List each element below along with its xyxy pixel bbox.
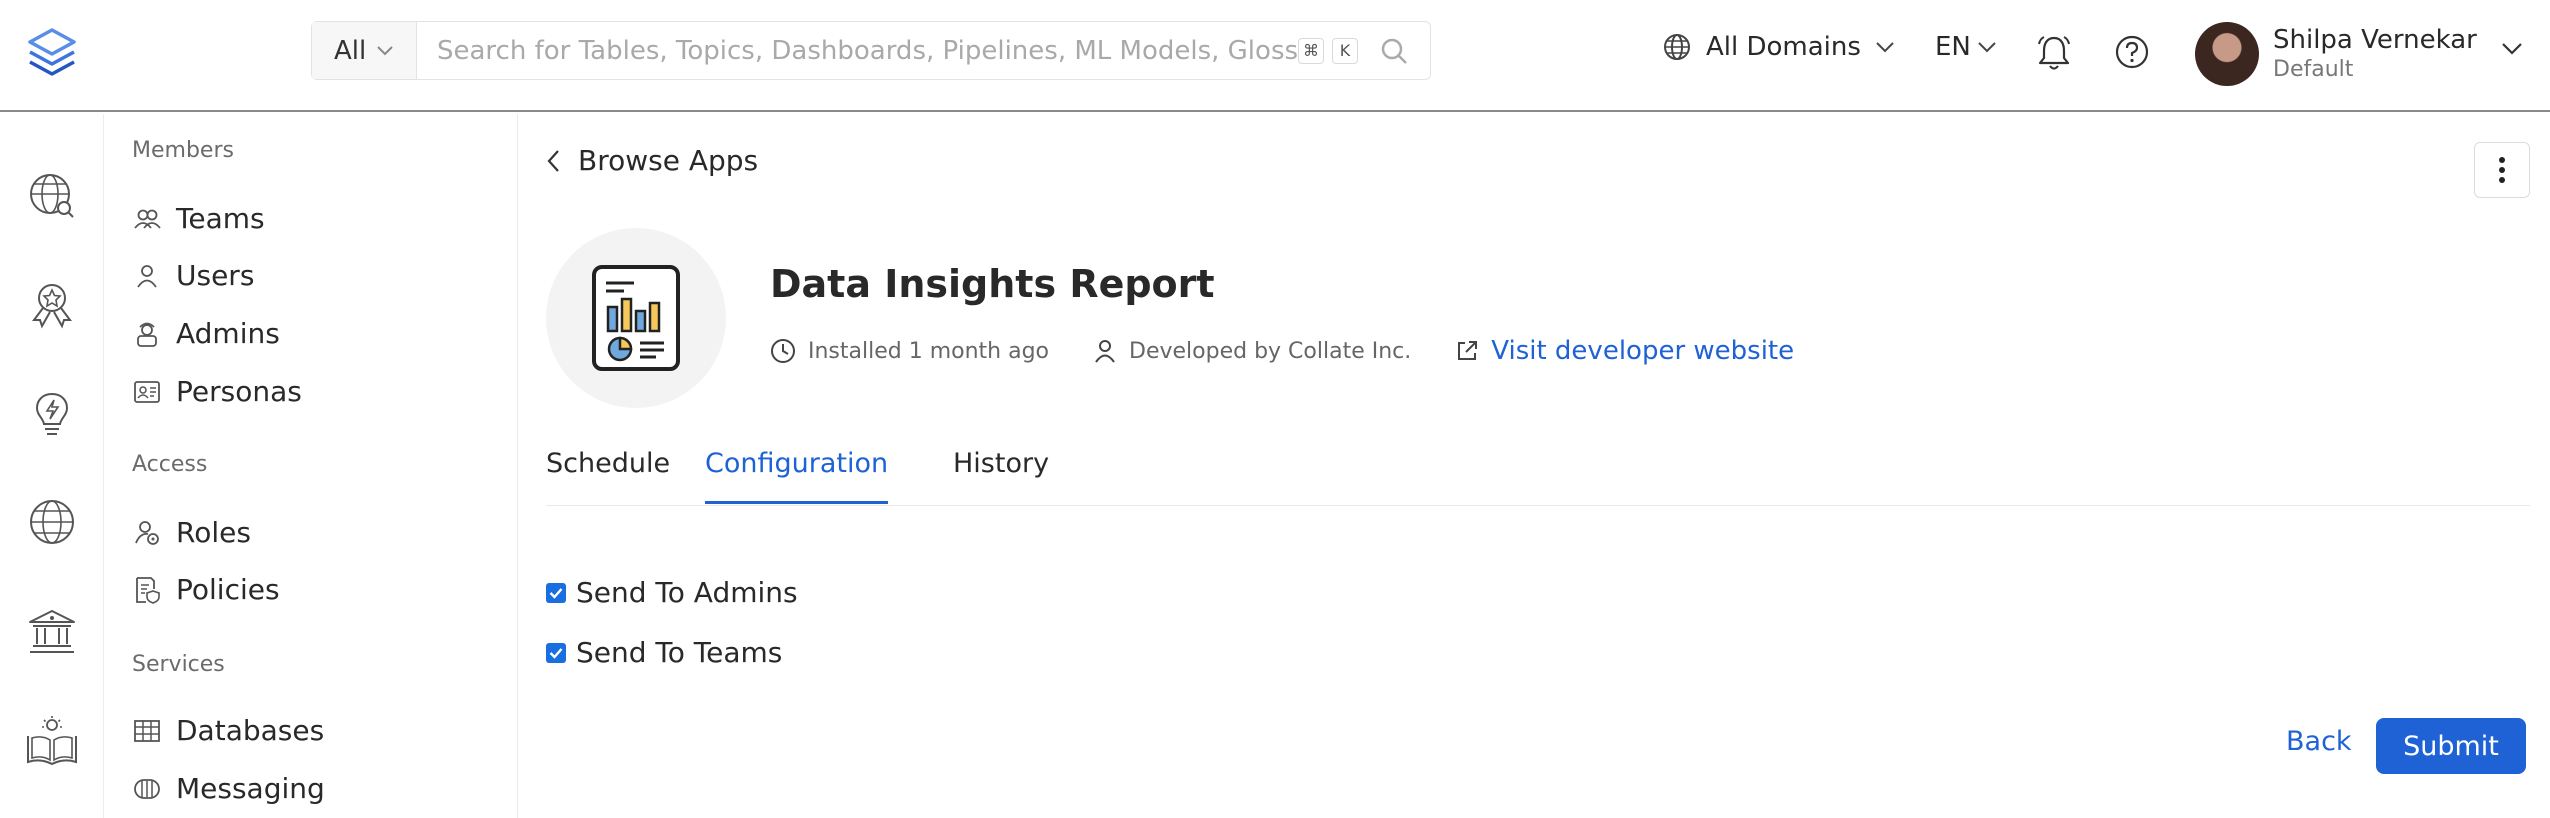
user-icon (137, 264, 157, 288)
app-meta: Installed 1 month ago Developed by Colla… (770, 336, 1838, 366)
subnav-label: Messaging (176, 772, 325, 805)
chevron-down-icon (377, 45, 393, 55)
app-icon (546, 228, 726, 408)
kbd-k-hint: K (1332, 37, 1358, 64)
more-options-button[interactable] (2474, 142, 2530, 198)
domains-dropdown[interactable]: All Domains (1662, 32, 1895, 62)
subnav-item-roles[interactable]: Roles (132, 516, 251, 549)
subnav-item-users[interactable]: Users (132, 259, 254, 292)
search-icon[interactable] (1380, 37, 1408, 65)
left-icon-rail (0, 114, 104, 818)
developer-info: Developed by Collate Inc. (1093, 338, 1411, 364)
globe-icon (1664, 34, 1690, 60)
subnav-item-policies[interactable]: Policies (132, 573, 280, 606)
developer-text: Developed by Collate Inc. (1129, 338, 1412, 364)
subnav-label: Users (176, 259, 255, 292)
settings-icon[interactable] (22, 712, 82, 772)
top-navbar: All Search for Tables, Topics, Dashboard… (0, 0, 2550, 112)
roles-icon (135, 520, 159, 545)
subnav-item-teams[interactable]: Teams (132, 202, 265, 235)
browse-apps-label: Browse Apps (578, 144, 759, 177)
report-document-icon (592, 265, 680, 371)
global-search: All Search for Tables, Topics, Dashboard… (311, 21, 1431, 80)
app-logo-icon[interactable] (22, 24, 82, 84)
user-role: Default (2273, 57, 2354, 82)
send-to-admins-option[interactable]: Send To Admins (546, 576, 798, 609)
settings-subnav: Members Teams Users Admins Personas Acce… (104, 114, 518, 818)
checkmark-icon (549, 647, 563, 659)
quality-icon[interactable] (22, 274, 82, 334)
language-label: EN (1935, 32, 1971, 62)
chevron-down-icon (2502, 43, 2522, 55)
group-access-heading: Access (132, 452, 208, 477)
subnav-label: Databases (176, 714, 325, 747)
group-members-heading: Members (132, 138, 234, 163)
clock-icon (771, 339, 795, 363)
table-icon (134, 719, 160, 742)
admin-icon (137, 322, 157, 347)
send-to-teams-label: Send To Teams (576, 636, 783, 669)
user-menu[interactable]: Shilpa Vernekar Default (2195, 22, 2523, 86)
domains-icon[interactable] (22, 492, 82, 552)
subnav-item-admins[interactable]: Admins (132, 317, 280, 350)
notifications-bell-icon[interactable] (2036, 34, 2072, 76)
explore-icon[interactable] (22, 166, 82, 226)
help-icon[interactable] (2114, 34, 2150, 74)
messaging-icon (134, 778, 160, 799)
group-services-heading: Services (132, 652, 225, 677)
developer-website-label: Visit developer website (1491, 336, 1795, 366)
subnav-label: Personas (176, 375, 302, 408)
chevron-down-icon (1978, 42, 1996, 53)
governance-icon[interactable] (22, 602, 82, 662)
subnav-item-messaging[interactable]: Messaging (132, 772, 325, 805)
subnav-label: Admins (176, 317, 280, 350)
checkmark-icon (549, 587, 563, 599)
browse-apps-link[interactable]: Browse Apps (546, 144, 758, 177)
insights-icon[interactable] (22, 384, 82, 444)
tab-schedule[interactable]: Schedule (546, 448, 670, 501)
policy-icon (136, 576, 160, 604)
language-dropdown[interactable]: EN (1935, 32, 1997, 62)
developer-website-link[interactable]: Visit developer website (1455, 336, 1794, 366)
subnav-item-databases[interactable]: Databases (132, 714, 324, 747)
domains-label: All Domains (1706, 32, 1861, 62)
app-title: Data Insights Report (770, 262, 1215, 306)
tab-history[interactable]: History (953, 448, 1049, 501)
search-input[interactable]: Search for Tables, Topics, Dashboards, P… (417, 36, 1298, 66)
subnav-label: Teams (176, 202, 265, 235)
submit-button[interactable]: Submit (2376, 718, 2526, 774)
send-to-admins-label: Send To Admins (576, 576, 798, 609)
app-tabs: Schedule Configuration History (546, 430, 2530, 506)
kebab-menu-icon (2499, 157, 2505, 183)
search-scope-label: All (334, 35, 367, 66)
avatar (2195, 22, 2259, 86)
subnav-label: Roles (176, 516, 251, 549)
back-button[interactable]: Back (2286, 726, 2352, 757)
teams-icon (134, 209, 161, 229)
installed-text: Installed 1 month ago (808, 338, 1050, 364)
subnav-label: Policies (176, 573, 280, 606)
kbd-cmd-hint: ⌘ (1298, 37, 1324, 64)
persona-icon (134, 380, 160, 403)
user-name: Shilpa Vernekar (2273, 25, 2477, 55)
installed-info: Installed 1 month ago (770, 338, 1049, 364)
send-to-teams-checkbox[interactable] (546, 642, 566, 663)
chevron-down-icon (1876, 42, 1894, 53)
chevron-left-icon (547, 149, 559, 172)
external-link-icon (1458, 341, 1478, 360)
subnav-item-personas[interactable]: Personas (132, 375, 302, 408)
app-details-page: Browse Apps Data Insights Report Install… (518, 114, 2550, 818)
send-to-teams-option[interactable]: Send To Teams (546, 636, 782, 669)
user-icon (1095, 340, 1115, 363)
send-to-admins-checkbox[interactable] (546, 582, 566, 603)
search-scope-select[interactable]: All (312, 22, 417, 79)
tab-configuration[interactable]: Configuration (705, 448, 889, 504)
